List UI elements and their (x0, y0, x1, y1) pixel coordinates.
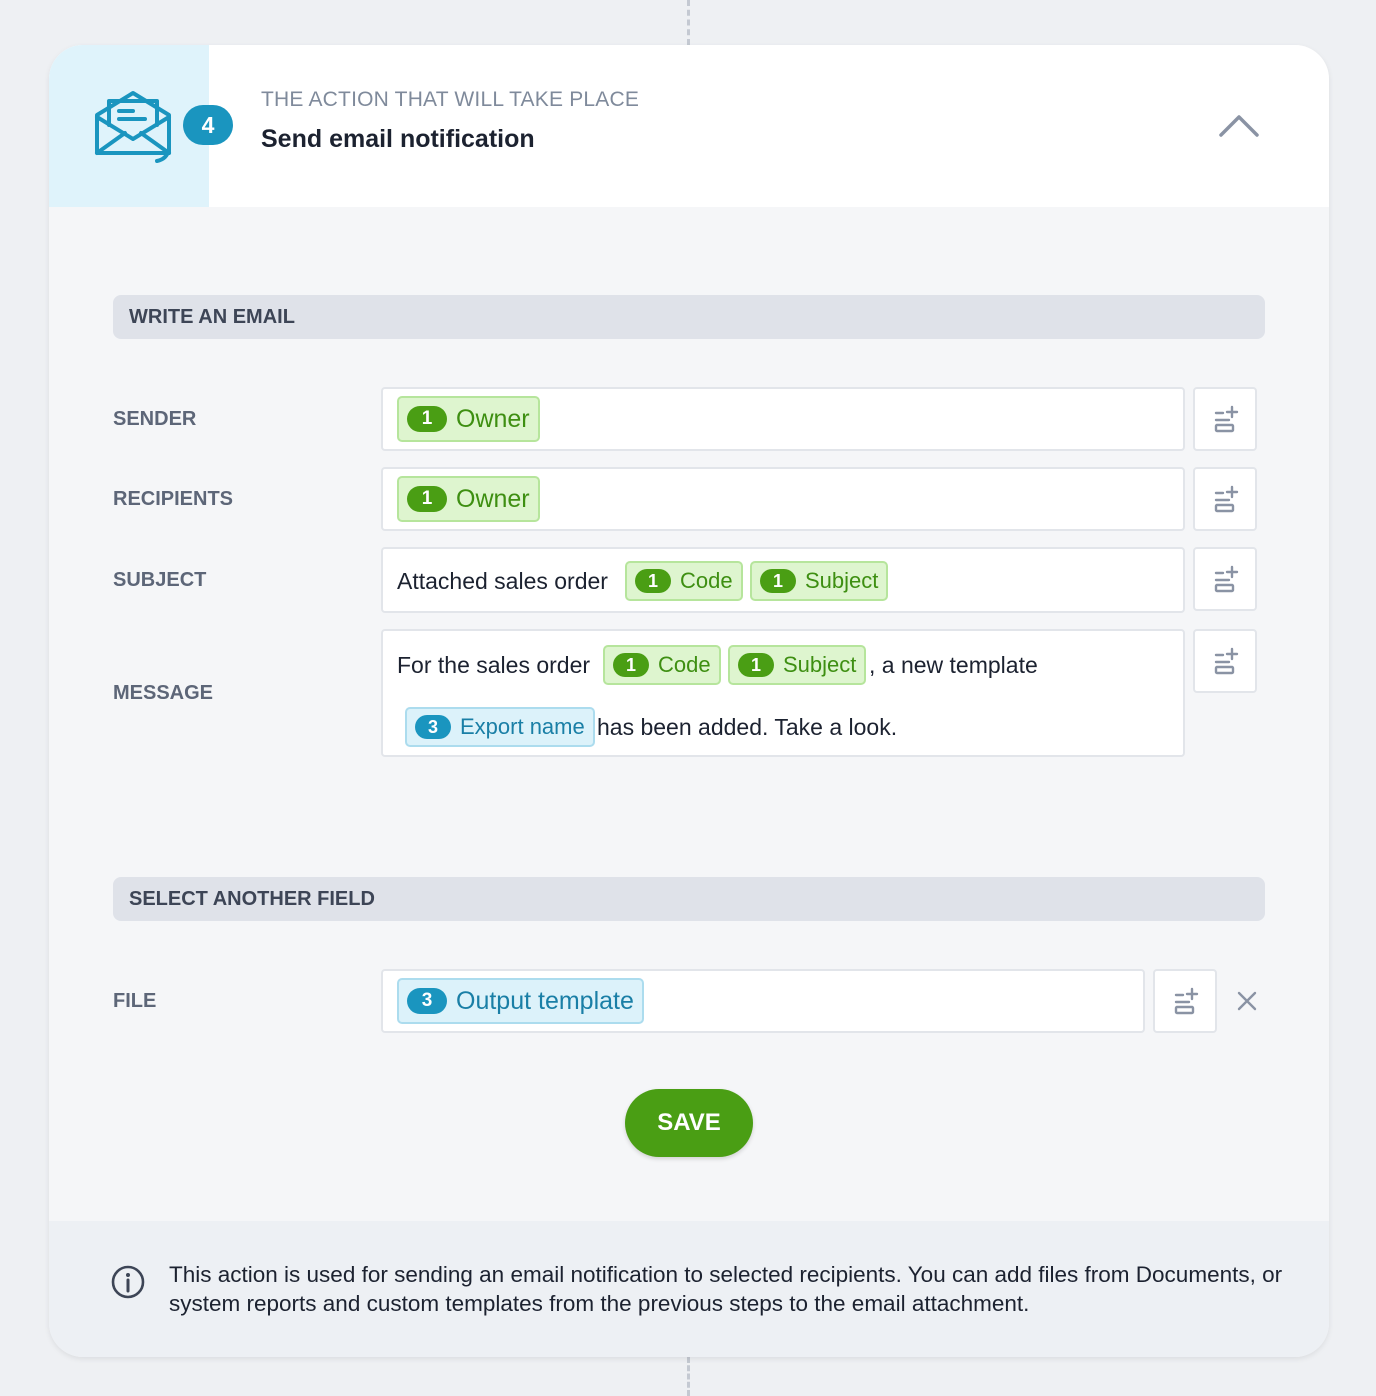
file-label: FILE (113, 990, 157, 1012)
open-envelope-icon (95, 91, 171, 163)
recipients-label: RECIPIENTS (113, 488, 234, 510)
close-icon (1237, 991, 1257, 1011)
collapse-button[interactable] (1215, 107, 1263, 141)
chevron-up-icon (1219, 115, 1259, 137)
subject-chip-subject[interactable]: 1 Subject (750, 561, 889, 601)
info-description: This action is used for sending an email… (169, 1262, 1283, 1316)
info-panel: This action is used for sending an email… (49, 1221, 1329, 1357)
card-header: 4 THE ACTION THAT WILL TAKE PLACE Send e… (49, 45, 1329, 207)
message-label: MESSAGE (113, 682, 214, 704)
remove-file-field-button[interactable] (1235, 989, 1259, 1013)
save-button[interactable]: SAVE (625, 1089, 753, 1157)
chip-label: Export name (460, 714, 585, 739)
sender-add-field-button[interactable] (1193, 387, 1257, 451)
subject-chip-code[interactable]: 1 Code (625, 561, 743, 601)
step-number-badge: 4 (183, 105, 233, 145)
message-chip-export-name[interactable]: 3 Export name (405, 707, 595, 747)
subject-add-field-button[interactable] (1193, 547, 1257, 611)
message-add-field-button[interactable] (1193, 629, 1257, 693)
action-card: 4 THE ACTION THAT WILL TAKE PLACE Send e… (49, 45, 1329, 1357)
chip-step-number: 1 (738, 653, 774, 677)
chip-label: Code (680, 568, 733, 593)
subject-text: Attached sales order (397, 568, 608, 594)
chip-label: Owner (456, 404, 530, 433)
action-caption: THE ACTION THAT WILL TAKE PLACE (261, 88, 640, 111)
sender-chip-owner[interactable]: 1 Owner (397, 396, 540, 442)
subject-field[interactable]: Attached sales order 1 Code 1 Subject (381, 547, 1185, 613)
message-text-end: has been added. Take a look. (597, 714, 898, 740)
section-another-field: SELECT ANOTHER FIELD (113, 877, 1265, 921)
recipients-chip-owner[interactable]: 1 Owner (397, 476, 540, 522)
sender-field[interactable]: 1 Owner (381, 387, 1185, 451)
chip-step-number: 1 (407, 406, 447, 432)
section-title: SELECT ANOTHER FIELD (129, 888, 375, 910)
section-write-email: WRITE AN EMAIL (113, 295, 1265, 339)
add-field-icon (1174, 987, 1199, 1015)
file-chip-output-template[interactable]: 3 Output template (397, 978, 644, 1024)
recipients-field[interactable]: 1 Owner (381, 467, 1185, 531)
message-chip-subject[interactable]: 1 Subject (728, 645, 867, 685)
message-text-start: For the sales order (397, 652, 591, 678)
add-field-icon (1214, 647, 1239, 675)
message-chip-code[interactable]: 1 Code (603, 645, 721, 685)
action-title: Send email notification (261, 125, 535, 153)
add-field-icon (1214, 485, 1239, 513)
message-text-middle: , a new template (869, 652, 1038, 678)
add-field-icon (1214, 405, 1239, 433)
chip-step-number: 1 (635, 569, 671, 593)
chip-step-number: 1 (613, 653, 649, 677)
file-field[interactable]: 3 Output template (381, 969, 1145, 1033)
sender-label: SENDER (113, 408, 197, 430)
info-icon (111, 1265, 145, 1299)
chip-step-number: 1 (760, 569, 796, 593)
chip-step-number: 3 (415, 715, 451, 739)
chip-label: Owner (456, 484, 530, 513)
chip-label: Output template (456, 986, 634, 1015)
flow-connector-bottom (687, 1357, 690, 1396)
chip-label: Subject (783, 652, 857, 677)
message-field[interactable]: For the sales order 1 Code 1 Subject , a… (381, 629, 1185, 757)
subject-label: SUBJECT (113, 569, 207, 591)
chip-step-number: 1 (407, 486, 447, 512)
recipients-add-field-button[interactable] (1193, 467, 1257, 531)
flow-connector-top (687, 0, 690, 45)
chip-label: Code (658, 652, 711, 677)
add-field-icon (1214, 565, 1239, 593)
section-title: WRITE AN EMAIL (129, 306, 295, 328)
chip-label: Subject (805, 568, 879, 593)
chip-step-number: 3 (407, 988, 447, 1014)
file-add-field-button[interactable] (1153, 969, 1217, 1033)
